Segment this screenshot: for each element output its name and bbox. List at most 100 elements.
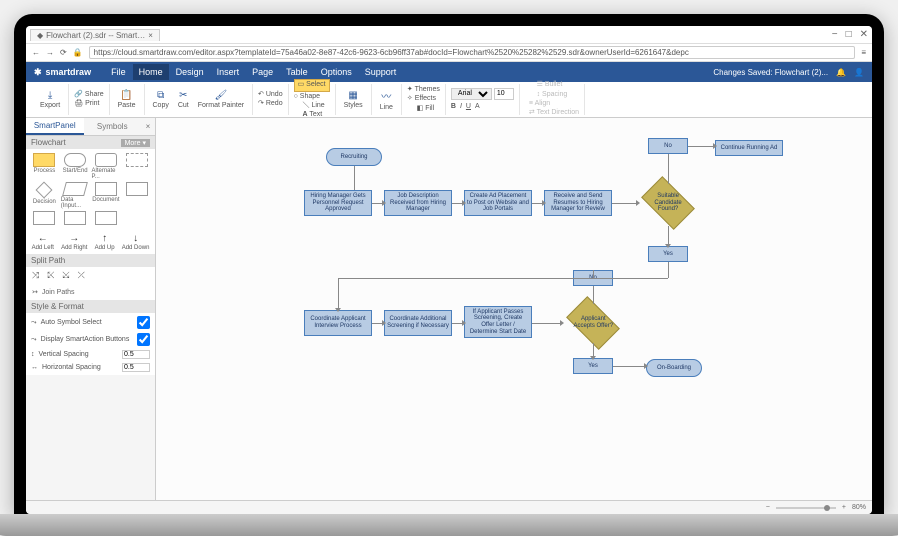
more-shapes-button[interactable]: More ▾ [121,139,150,147]
node-create-ad[interactable]: Create Ad Placement to Post on Website a… [464,190,532,216]
browser-tab[interactable]: ◆ Flowchart (2).sdr -- Smart… × [30,29,160,41]
node-recruiting[interactable]: Recruiting [326,148,382,166]
effects-button[interactable]: ✧ Effects [407,95,440,103]
node-yes-1[interactable]: Yes [648,246,688,262]
back-icon[interactable]: ← [32,48,40,57]
drawing-canvas[interactable]: Recruiting Hiring Manager Gets Personnel… [156,118,872,500]
line-style-button[interactable]: 〰Line [377,87,396,112]
menu-icon[interactable]: ≡ [861,48,866,57]
menu-design[interactable]: Design [170,64,210,80]
italic-button[interactable]: I [460,103,462,111]
shape-blank2[interactable] [122,182,151,209]
shape-blank5[interactable] [92,211,121,226]
node-hiring-manager[interactable]: Hiring Manager Gets Personnel Request Ap… [304,190,372,216]
redo-button[interactable]: ↷ Redo [258,100,283,108]
join-paths-icon[interactable]: ↣ [32,288,38,296]
styles-button[interactable]: ▦Styles [341,89,366,110]
bullet-button[interactable]: ☰ Bullet [537,81,568,89]
auto-symbol-checkbox[interactable] [137,316,150,329]
menu-support[interactable]: Support [359,64,403,80]
close-button[interactable]: ✕ [860,29,868,40]
node-yes-2[interactable]: Yes [573,358,613,374]
shape-process[interactable]: Process [30,153,59,180]
section-flowchart: FlowchartMore ▾ [26,136,155,149]
node-offer-letter[interactable]: If Applicant Passes Screening, Create Of… [464,306,532,338]
split-icon-1[interactable]: ⤨ [32,270,39,281]
font-color-button[interactable]: A [475,103,480,111]
hspace-input[interactable] [122,363,150,372]
menu-file[interactable]: File [105,64,132,80]
undo-button[interactable]: ↶ Undo [258,91,283,99]
tab-title: Flowchart (2).sdr -- Smart… [46,31,145,40]
brand-logo: ✱ smartdraw [34,67,91,78]
print-button[interactable]: 🖨 Print [74,100,103,108]
align-button[interactable]: ≡ Align [529,100,579,108]
shape-blank3[interactable] [30,211,59,226]
node-job-description[interactable]: Job Description Received from Hiring Man… [384,190,452,216]
auto-symbol-label: Auto Symbol Select [41,319,102,326]
reload-icon[interactable]: ⟳ [60,48,67,57]
node-coordinate-screening[interactable]: Coordinate Additional Screening if Neces… [384,310,452,336]
minimize-button[interactable]: − [832,29,838,40]
close-tab-icon[interactable]: × [148,31,153,40]
tab-smartpanel[interactable]: SmartPanel [26,118,84,135]
bell-icon[interactable]: 🔔 [836,68,846,77]
node-coordinate-interview[interactable]: Coordinate Applicant Interview Process [304,310,372,336]
menu-page[interactable]: Page [246,64,279,80]
line-tool[interactable]: ＼ Line [303,102,325,110]
menu-options[interactable]: Options [315,64,358,80]
user-icon[interactable]: 👤 [854,68,864,77]
shape-blank1[interactable] [122,153,151,180]
shape-document[interactable]: Document [92,182,121,209]
maximize-button[interactable]: □ [846,29,852,40]
url-input[interactable] [89,46,856,59]
split-icon-2[interactable]: ⤪ [47,270,54,281]
zoom-slider[interactable] [776,507,836,509]
node-continue-ad[interactable]: Continue Running Ad [715,140,783,156]
font-size-input[interactable] [494,88,514,100]
add-down-button[interactable]: ↓Add Down [122,233,150,251]
node-accepts-offer[interactable]: Applicant Accepts Offer? [566,296,620,350]
bold-button[interactable]: B [451,103,456,111]
zoom-in-button[interactable]: + [842,504,846,511]
shape-tool[interactable]: ○ Shape [294,93,330,101]
node-onboarding[interactable]: On-Boarding [646,359,702,377]
shape-start-end[interactable]: Start/End [61,153,90,180]
vspace-icon: ↕ [31,351,35,358]
tab-symbols[interactable]: Symbols [84,118,142,135]
node-no-1[interactable]: No [648,138,688,154]
format-painter-button[interactable]: 🖌Format Painter [195,89,247,110]
ribbon-toolbar: ⤓Export 🔗 Share🖨 Print 📋Paste ⧉Copy✂Cut🖌… [26,82,872,118]
share-button[interactable]: 🔗 Share [74,91,103,99]
text-direction-button[interactable]: ⇄ Text Direction [529,109,579,117]
add-right-button[interactable]: →Add Right [61,233,87,251]
spacing-button[interactable]: ↕ Spacing [537,91,568,99]
node-receive-resumes[interactable]: Receive and Send Resumes to Hiring Manag… [544,190,612,216]
menu-home[interactable]: Home [133,64,169,80]
font-select[interactable]: Arial [451,88,492,100]
shape-alternate[interactable]: Alternate P... [92,153,121,180]
close-panel-icon[interactable]: × [141,118,155,135]
node-suitable-candidate[interactable]: Suitable Candidate Found? [641,176,695,230]
shape-data[interactable]: Data (Input... [61,182,90,209]
select-tool[interactable]: ▭ Select [294,79,330,91]
menu-insert[interactable]: Insert [211,64,246,80]
forward-icon[interactable]: → [46,48,54,57]
add-left-button[interactable]: ←Add Left [32,233,54,251]
copy-button[interactable]: ⧉Copy [150,89,172,110]
vspace-input[interactable] [122,350,150,359]
zoom-out-button[interactable]: − [766,504,770,511]
underline-button[interactable]: U [466,103,471,111]
paste-button[interactable]: 📋Paste [115,89,139,110]
fill-button[interactable]: ◧ Fill [417,105,435,113]
themes-button[interactable]: ✦ Themes [407,86,440,94]
split-icon-4[interactable]: ⤫ [78,270,85,281]
export-button[interactable]: ⤓Export [37,89,63,110]
smartaction-checkbox[interactable] [137,333,150,346]
shape-blank4[interactable] [61,211,90,226]
add-up-button[interactable]: ↑Add Up [95,233,115,251]
shape-decision[interactable]: Decision [30,182,59,209]
menu-table[interactable]: Table [280,64,314,80]
cut-button[interactable]: ✂Cut [175,89,192,110]
split-icon-3[interactable]: ⤩ [62,270,69,281]
